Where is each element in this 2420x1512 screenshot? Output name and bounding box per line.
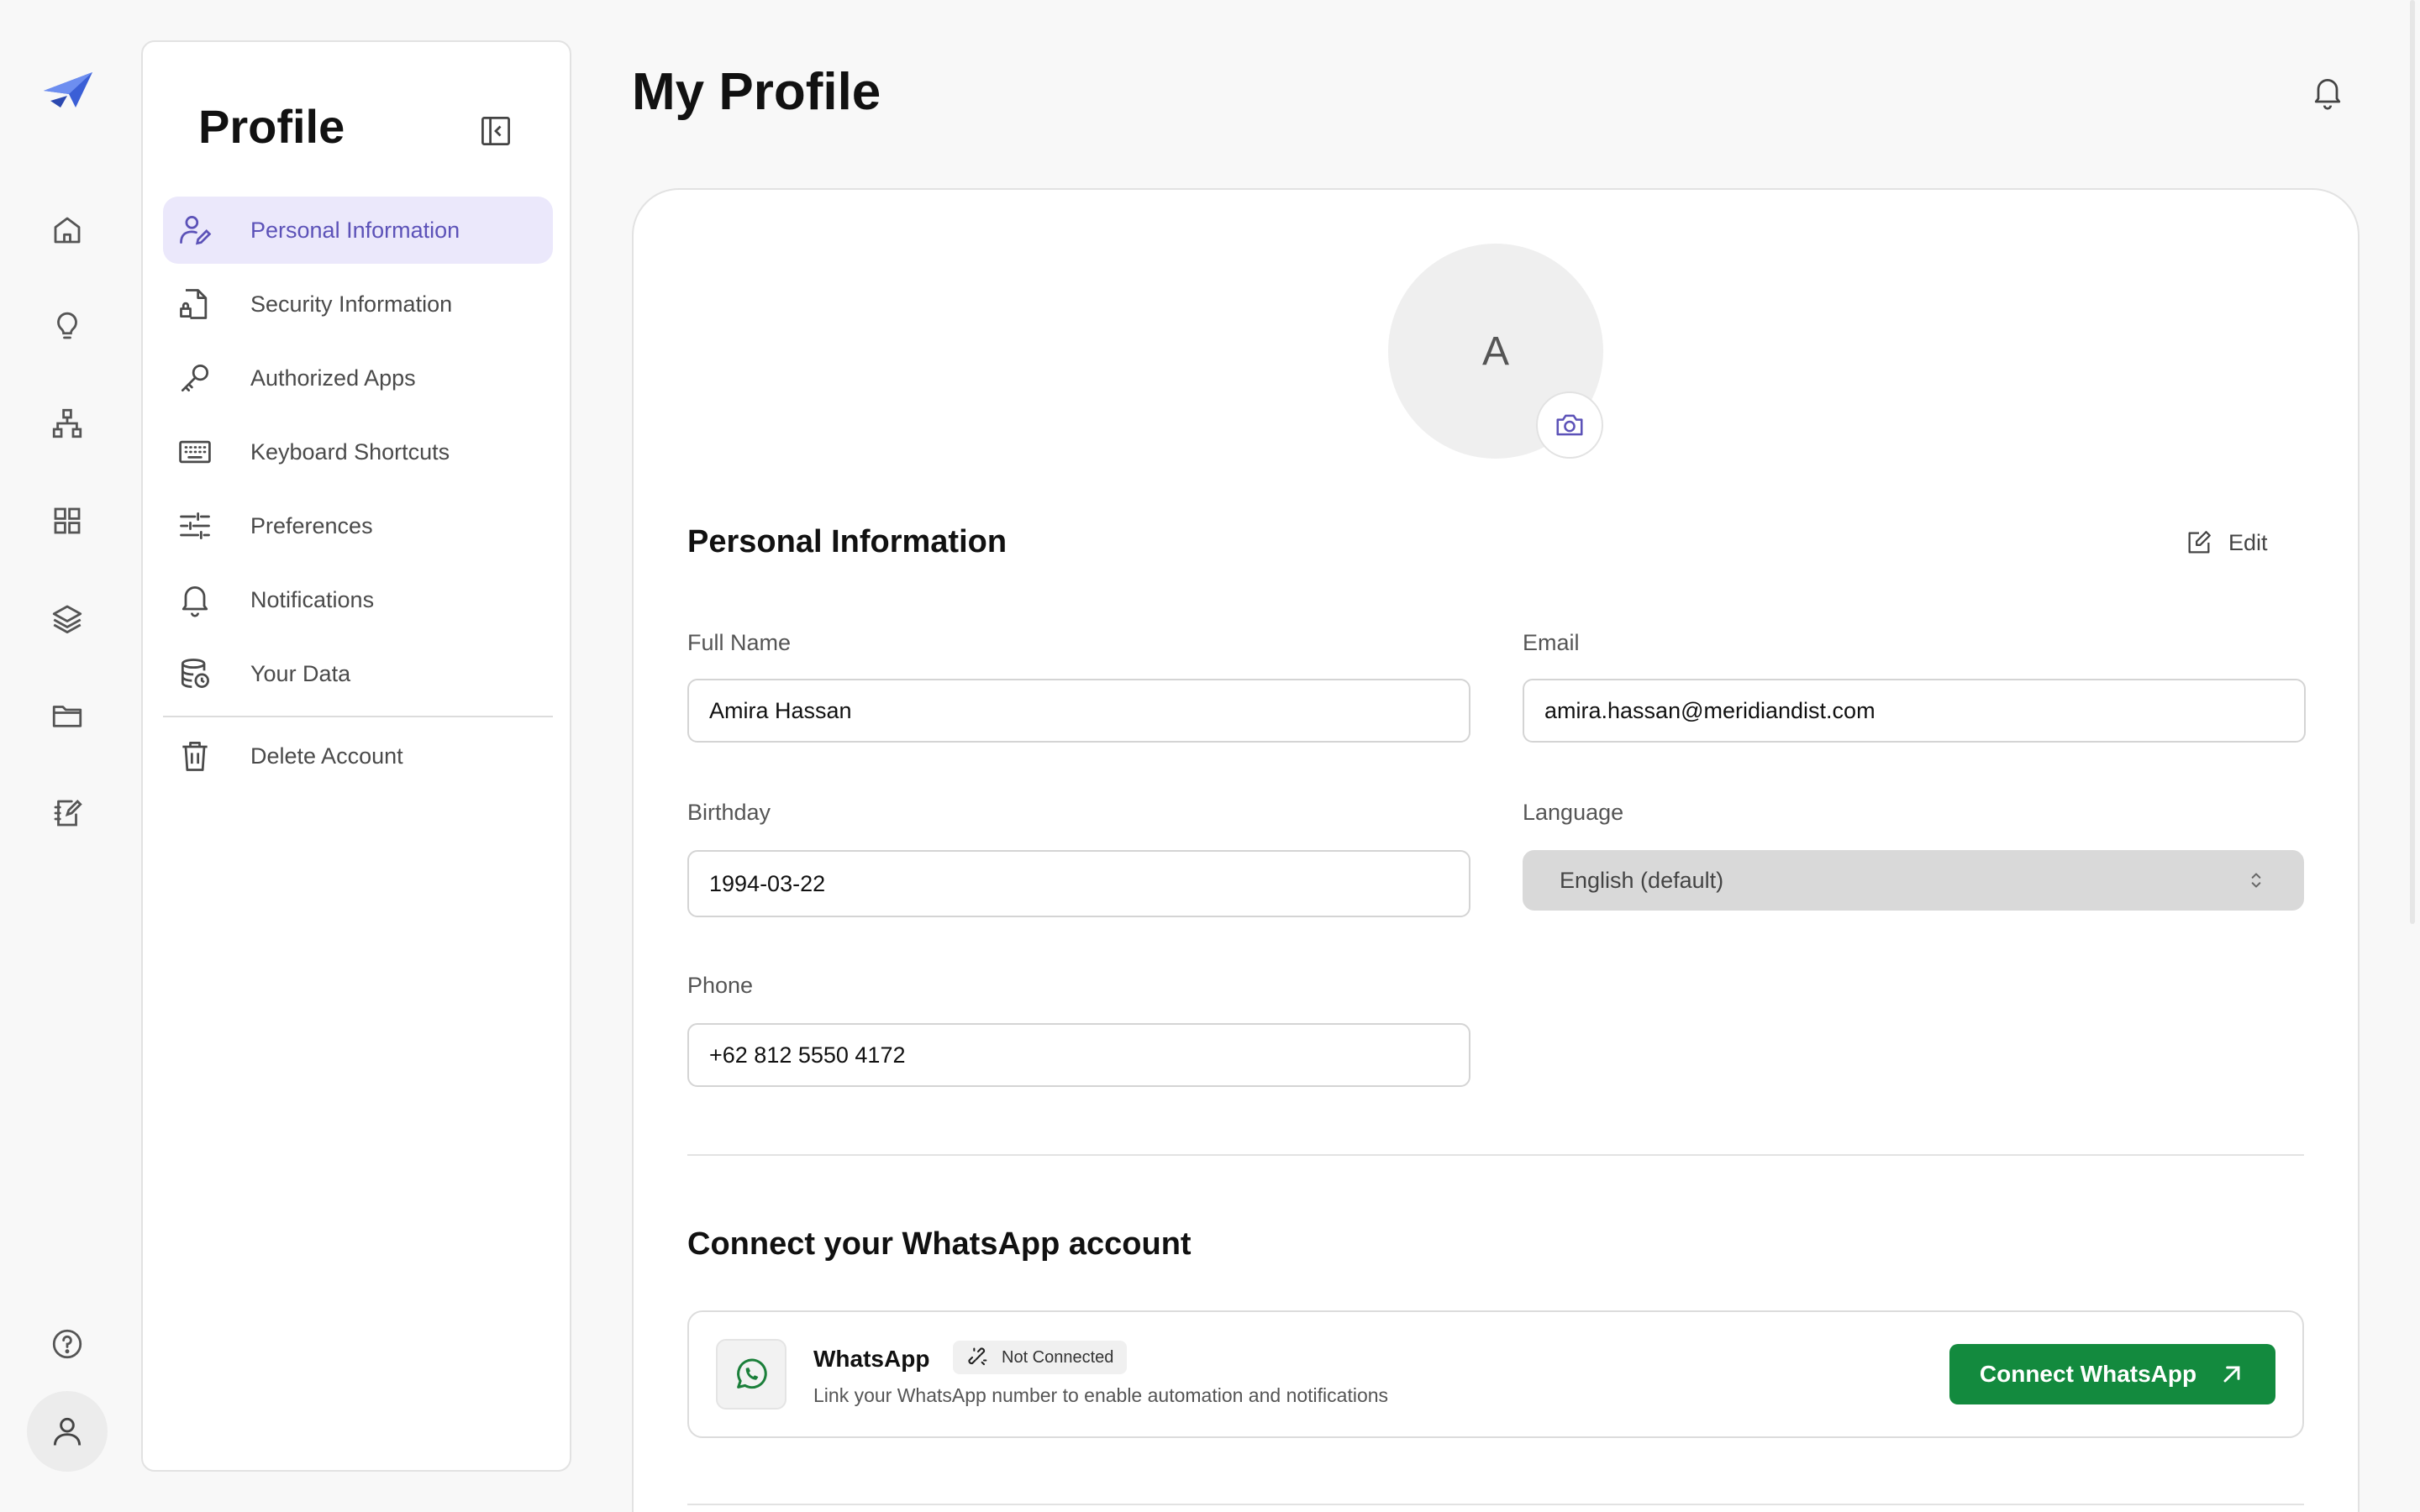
page-title: My Profile <box>632 63 881 121</box>
email-label: Email <box>1523 630 1580 655</box>
profile-button[interactable] <box>27 1391 108 1472</box>
full-name-input[interactable]: Amira Hassan <box>687 679 1470 743</box>
language-label: Language <box>1523 800 1624 825</box>
notebook-edit-icon[interactable] <box>42 788 92 838</box>
notifications-bell-icon[interactable] <box>2309 74 2349 114</box>
full-name-label: Full Name <box>687 630 792 655</box>
sidebar-item-personal-information[interactable]: Personal Information <box>163 197 553 264</box>
change-photo-button[interactable] <box>1536 391 1603 459</box>
sidebar-item-label: Security Information <box>250 291 453 317</box>
camera-icon <box>1556 414 1583 436</box>
sidebar-item-label: Personal Information <box>250 217 460 243</box>
app-logo-icon[interactable] <box>42 71 94 111</box>
profile-sidebar: Profile Personal Information Security In… <box>141 40 571 1472</box>
sidebar-item-label: Notifications <box>250 586 375 612</box>
document-lock-icon <box>176 286 213 323</box>
whatsapp-heading: Connect your WhatsApp account <box>687 1226 1192 1262</box>
whatsapp-icon <box>716 1339 786 1410</box>
app-rail <box>0 0 134 1512</box>
lightbulb-icon[interactable] <box>42 301 92 351</box>
panel-collapse-icon <box>481 117 510 145</box>
help-circle-icon[interactable] <box>42 1319 92 1369</box>
phone-label: Phone <box>687 973 754 998</box>
connect-whatsapp-button[interactable]: Connect WhatsApp <box>1949 1344 2275 1404</box>
sidebar-item-delete-account[interactable]: Delete Account <box>163 722 553 790</box>
sidebar-divider <box>163 716 553 717</box>
bottom-divider <box>687 1504 2304 1505</box>
sidebar-item-label: Keyboard Shortcuts <box>250 438 450 465</box>
bell-icon <box>176 581 213 618</box>
email-input[interactable]: amira.hassan@meridiandist.com <box>1523 679 2306 743</box>
section-divider <box>687 1154 2304 1156</box>
status-text: Not Connected <box>1002 1347 1114 1367</box>
hierarchy-icon[interactable] <box>42 398 92 449</box>
folder-icon[interactable] <box>42 690 92 741</box>
sliders-icon <box>176 507 213 544</box>
connect-whatsapp-label: Connect WhatsApp <box>1979 1361 2197 1387</box>
collapse-sidebar-button[interactable] <box>476 111 516 151</box>
sidebar-item-label: Authorized Apps <box>250 365 416 391</box>
whatsapp-integration-card: WhatsApp Not Connected Link your WhatsAp… <box>687 1310 2304 1438</box>
layers-icon[interactable] <box>42 593 92 643</box>
sidebar-item-label: Preferences <box>250 512 373 538</box>
sidebar-item-label: Delete Account <box>250 743 403 769</box>
personal-information-heading: Personal Information <box>687 524 1007 559</box>
edit-label: Edit <box>2228 529 2268 555</box>
sidebar-item-security-information[interactable]: Security Information <box>163 270 553 338</box>
edit-icon <box>2188 531 2211 554</box>
user-icon <box>53 1417 82 1446</box>
sidebar-item-your-data[interactable]: Your Data <box>163 640 553 707</box>
language-value: English (default) <box>1560 867 1724 893</box>
avatar-initial: A <box>1481 328 1509 374</box>
sidebar-item-authorized-apps[interactable]: Authorized Apps <box>163 344 553 412</box>
scrollbar[interactable] <box>2410 0 2415 924</box>
user-edit-icon <box>176 212 213 249</box>
sidebar-item-keyboard-shortcuts[interactable]: Keyboard Shortcuts <box>163 418 553 486</box>
sidebar-title: Profile <box>198 100 345 153</box>
key-icon <box>176 360 213 396</box>
language-select[interactable]: English (default) <box>1523 850 2304 911</box>
sidebar-item-label: Your Data <box>250 660 351 686</box>
phone-input[interactable]: +62 812 5550 4172 <box>687 1023 1470 1087</box>
keyboard-icon <box>176 433 213 470</box>
sidebar-item-notifications[interactable]: Notifications <box>163 566 553 633</box>
home-icon[interactable] <box>42 205 92 255</box>
birthday-label: Birthday <box>687 800 771 825</box>
edit-button[interactable]: Edit <box>2185 526 2268 559</box>
sidebar-item-preferences[interactable]: Preferences <box>163 492 553 559</box>
grid-icon[interactable] <box>42 496 92 546</box>
status-badge: Not Connected <box>953 1341 1128 1374</box>
unlink-icon <box>968 1347 987 1366</box>
arrow-up-right-icon <box>2223 1366 2240 1383</box>
chevron-up-down-icon <box>2251 873 2261 888</box>
whatsapp-name: WhatsApp <box>813 1346 930 1372</box>
birthday-input[interactable]: 1994-03-22 <box>687 850 1470 917</box>
trash-icon <box>176 738 213 774</box>
whatsapp-description: Link your WhatsApp number to enable auto… <box>813 1384 1389 1406</box>
database-icon <box>176 655 213 692</box>
